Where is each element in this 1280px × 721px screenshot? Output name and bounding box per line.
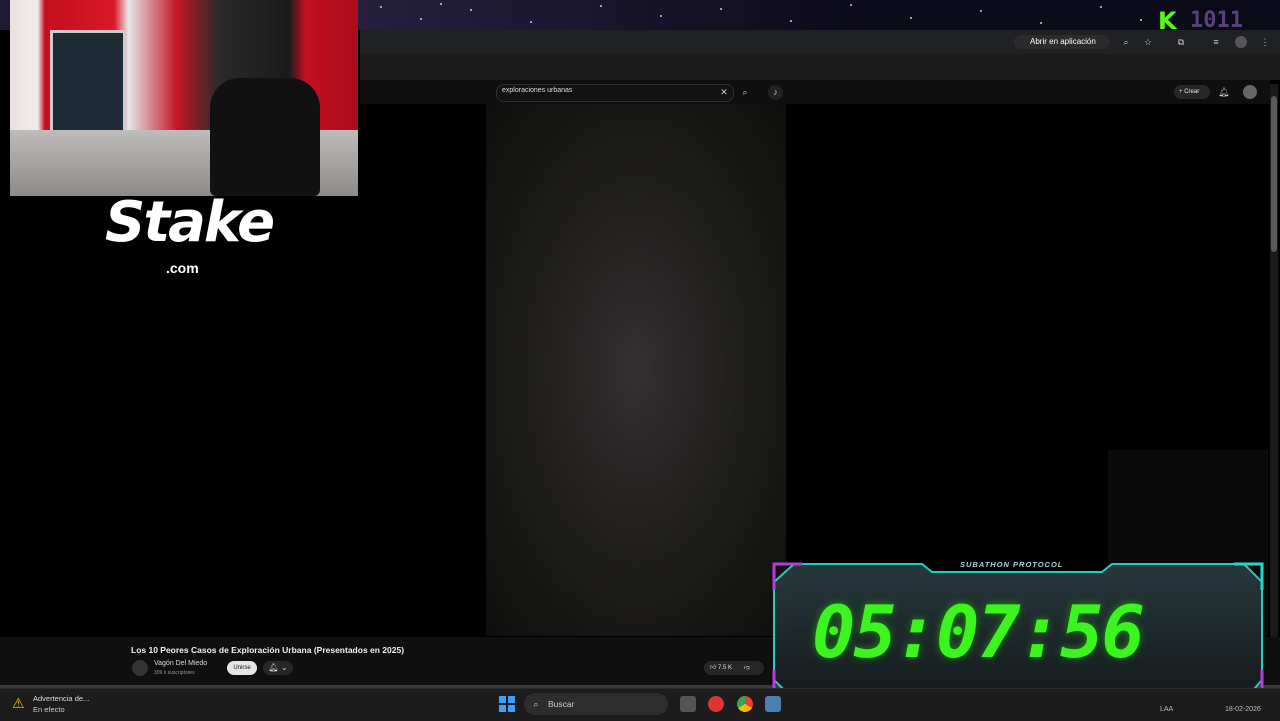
video-title: Los 10 Peores Casos de Exploración Urban… <box>131 645 405 655</box>
browser-address-bar <box>360 30 1280 55</box>
weather-alert-title[interactable]: Advertencia de... <box>33 694 89 703</box>
system-date[interactable]: 18-02-2026 <box>1225 706 1261 713</box>
kick-logo-icon: K <box>1158 7 1177 35</box>
timer-label: SUBATHON PROTOCOL <box>960 560 1064 569</box>
create-button-label: Crear <box>1184 89 1200 95</box>
search-input-value: exploraciones urbanas <box>502 87 573 94</box>
channel-avatar[interactable] <box>132 660 148 676</box>
youtube-avatar[interactable] <box>1243 85 1257 99</box>
task-view-icon[interactable] <box>680 696 696 712</box>
zoom-icon[interactable]: ⌕ <box>1121 37 1131 47</box>
taskbar-search[interactable] <box>524 693 668 715</box>
taskbar-search-icon: ⌕ <box>533 699 539 709</box>
subscriber-count: 309 k suscriptores <box>154 670 195 676</box>
notifications-bell-icon[interactable]: 🔔︎ <box>1218 87 1229 97</box>
keyboard-language[interactable]: LAA <box>1160 706 1173 713</box>
bookmarks-bar <box>360 54 1280 80</box>
media-control-icon[interactable]: ≡ <box>1211 37 1221 47</box>
plus-icon: + <box>1179 89 1183 95</box>
bookmark-star-icon[interactable]: ☆ <box>1143 37 1153 47</box>
open-in-app-button[interactable]: Abrir en aplicación <box>1014 35 1110 49</box>
warning-icon: ⚠ <box>12 695 25 711</box>
app-icon-2[interactable] <box>765 696 781 712</box>
like-count: 7.5 K <box>717 665 732 671</box>
chrome-icon[interactable] <box>737 696 753 712</box>
create-button[interactable]: + Crear <box>1174 85 1210 99</box>
extensions-icon[interactable]: ⧉ <box>1176 37 1186 47</box>
timer-value: 05:07:56 <box>812 590 1145 674</box>
sponsor-logo-suffix: .com <box>166 260 199 276</box>
taskbar-search-label: Buscar <box>548 699 575 709</box>
join-button[interactable]: Unirse <box>227 661 257 675</box>
page-scrollbar[interactable] <box>1270 84 1278 684</box>
bell-icon: 🔔︎ ⌄ <box>268 663 288 672</box>
thumbs-down-icon[interactable]: 👎︎ <box>734 665 750 671</box>
search-icon[interactable]: ⌕ <box>740 87 750 97</box>
profile-avatar[interactable] <box>1235 36 1247 48</box>
webcam-feed <box>10 0 358 196</box>
voice-search-icon[interactable]: ♪ <box>768 85 783 100</box>
sponsor-logo: Stake <box>105 190 275 255</box>
browser-menu-icon[interactable]: ⋮ <box>1260 37 1270 47</box>
channel-name[interactable]: Vagón Del Miedo <box>154 660 207 667</box>
clear-search-icon[interactable]: ✕ <box>719 87 729 97</box>
video-player[interactable] <box>486 104 786 636</box>
thumbs-up-icon: 👍︎ <box>710 665 717 671</box>
subscribe-bell-button[interactable]: 🔔︎ ⌄ <box>263 661 293 675</box>
kick-counter: 1011 <box>1190 8 1243 33</box>
weather-alert-subtitle: En efecto <box>33 705 65 714</box>
like-button[interactable]: 👍︎ 7.5 K 👎︎ <box>704 661 764 675</box>
windows-start-icon[interactable] <box>499 696 515 712</box>
app-icon[interactable] <box>708 696 724 712</box>
